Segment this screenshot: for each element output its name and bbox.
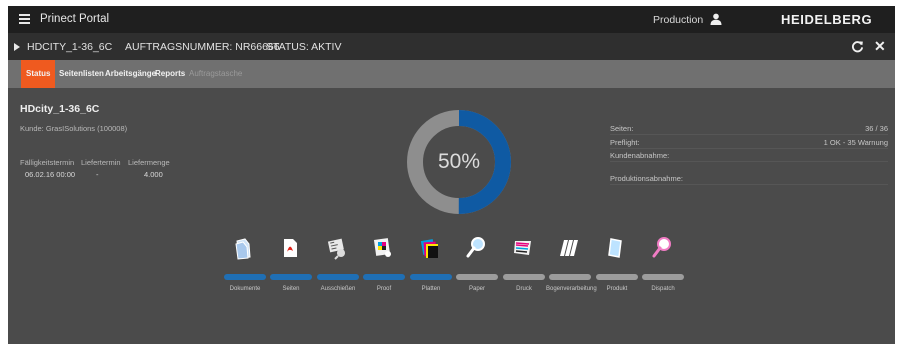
- progress-percent: 50%: [437, 150, 481, 173]
- step-bar-bogenverarbeitung: [549, 274, 591, 280]
- step-label-paper[interactable]: Paper: [453, 286, 501, 292]
- step-label-ausschiessen[interactable]: Ausschießen: [314, 286, 362, 292]
- step-label-druck[interactable]: Druck: [500, 286, 548, 292]
- delivery-quantity-label: Liefermenge: [128, 158, 170, 167]
- step-bar-dispatch: [642, 274, 684, 280]
- tab-status[interactable]: Status: [21, 60, 56, 88]
- job-number: AUFTRAGSNUMMER: NR66666: [125, 41, 280, 53]
- step-label-dokumente[interactable]: Dokumente: [221, 286, 269, 292]
- refresh-icon[interactable]: [851, 40, 864, 53]
- dispatch-magnifier-icon[interactable]: [651, 236, 673, 260]
- job-title: HDcity_1-36_6C: [20, 103, 100, 115]
- tab-reports[interactable]: Reports: [155, 60, 185, 88]
- stat-row-customer-approval: Kundenabnahme:: [610, 150, 888, 162]
- job-bar: HDCITY_1-36_6C AUFTRAGSNUMMER: NR66666 S…: [8, 33, 895, 60]
- tab-auftragstasche: Auftragstasche: [189, 69, 243, 78]
- step-bar-platten: [410, 274, 452, 280]
- stat-row-preflight: Preflight: 1 OK - 35 Warnung: [610, 137, 888, 149]
- menu-icon[interactable]: [19, 14, 30, 24]
- user-icon[interactable]: [710, 13, 722, 25]
- step-bar-produkt: [596, 274, 638, 280]
- imposition-icon[interactable]: [326, 236, 348, 260]
- preflight-label: Preflight:: [610, 138, 640, 147]
- step-label-bogenverarbeitung[interactable]: Bogenverarbeitung: [546, 286, 597, 292]
- portal-window: Prinect Portal Production HEIDELBERG HDC…: [8, 6, 895, 344]
- tab-bar: Status Seitenlisten Arbeitsgänge Reports…: [8, 60, 895, 88]
- step-bar-druck: [503, 274, 545, 280]
- delivery-quantity-value: 4.000: [144, 170, 163, 179]
- tab-seitenlisten[interactable]: Seitenlisten: [59, 60, 104, 88]
- step-bar-seiten: [270, 274, 312, 280]
- stat-row-production-approval: Produktionsabnahme:: [610, 173, 888, 185]
- customer-info: Kunde: GrasISolutions (100008): [20, 124, 128, 133]
- proof-icon[interactable]: [372, 236, 394, 260]
- user-label[interactable]: Production: [653, 14, 703, 26]
- pdf-page-icon[interactable]: [279, 236, 301, 260]
- job-name: HDCITY_1-36_6C: [27, 41, 113, 53]
- due-date-label: Fälligkeitstermin: [20, 158, 75, 167]
- job-status: STATUS: AKTIV: [266, 41, 342, 53]
- preflight-value[interactable]: 1 OK - 35 Warnung: [824, 138, 888, 147]
- top-bar: Prinect Portal Production HEIDELBERG: [8, 6, 895, 33]
- sheet-processing-icon[interactable]: [558, 236, 580, 260]
- close-icon[interactable]: ✕: [874, 39, 886, 53]
- stat-row-pages: Seiten: 36 / 36: [610, 123, 888, 135]
- press-icon[interactable]: [512, 236, 534, 260]
- step-label-seiten[interactable]: Seiten: [267, 286, 315, 292]
- pages-label: Seiten:: [610, 124, 634, 133]
- customer-approval-label: Kundenabnahme:: [610, 151, 670, 160]
- pages-value: 36 / 36: [865, 124, 888, 133]
- paper-magnifier-icon[interactable]: [465, 236, 487, 260]
- step-bar-proof: [363, 274, 405, 280]
- step-label-platten[interactable]: Platten: [407, 286, 455, 292]
- document-icon[interactable]: [233, 236, 255, 260]
- play-icon[interactable]: [14, 43, 20, 51]
- step-bar-paper: [456, 274, 498, 280]
- app-title: Prinect Portal: [40, 13, 110, 25]
- step-bar-ausschiessen: [317, 274, 359, 280]
- step-label-produkt[interactable]: Produkt: [593, 286, 641, 292]
- tab-arbeitsgaenge[interactable]: Arbeitsgänge: [105, 60, 156, 88]
- plates-icon[interactable]: [419, 236, 441, 260]
- due-date-value: 06.02.16 00:00: [25, 170, 76, 179]
- delivery-date-label: Liefertermin: [81, 158, 121, 167]
- production-approval-label: Produktionsabnahme:: [610, 174, 683, 183]
- delivery-date-value: -: [96, 170, 99, 179]
- product-icon[interactable]: [605, 236, 627, 260]
- heidelberg-logo: HEIDELBERG: [781, 12, 873, 27]
- step-label-dispatch[interactable]: Dispatch: [639, 286, 687, 292]
- step-bar-dokumente: [224, 274, 266, 280]
- step-label-proof[interactable]: Proof: [360, 286, 408, 292]
